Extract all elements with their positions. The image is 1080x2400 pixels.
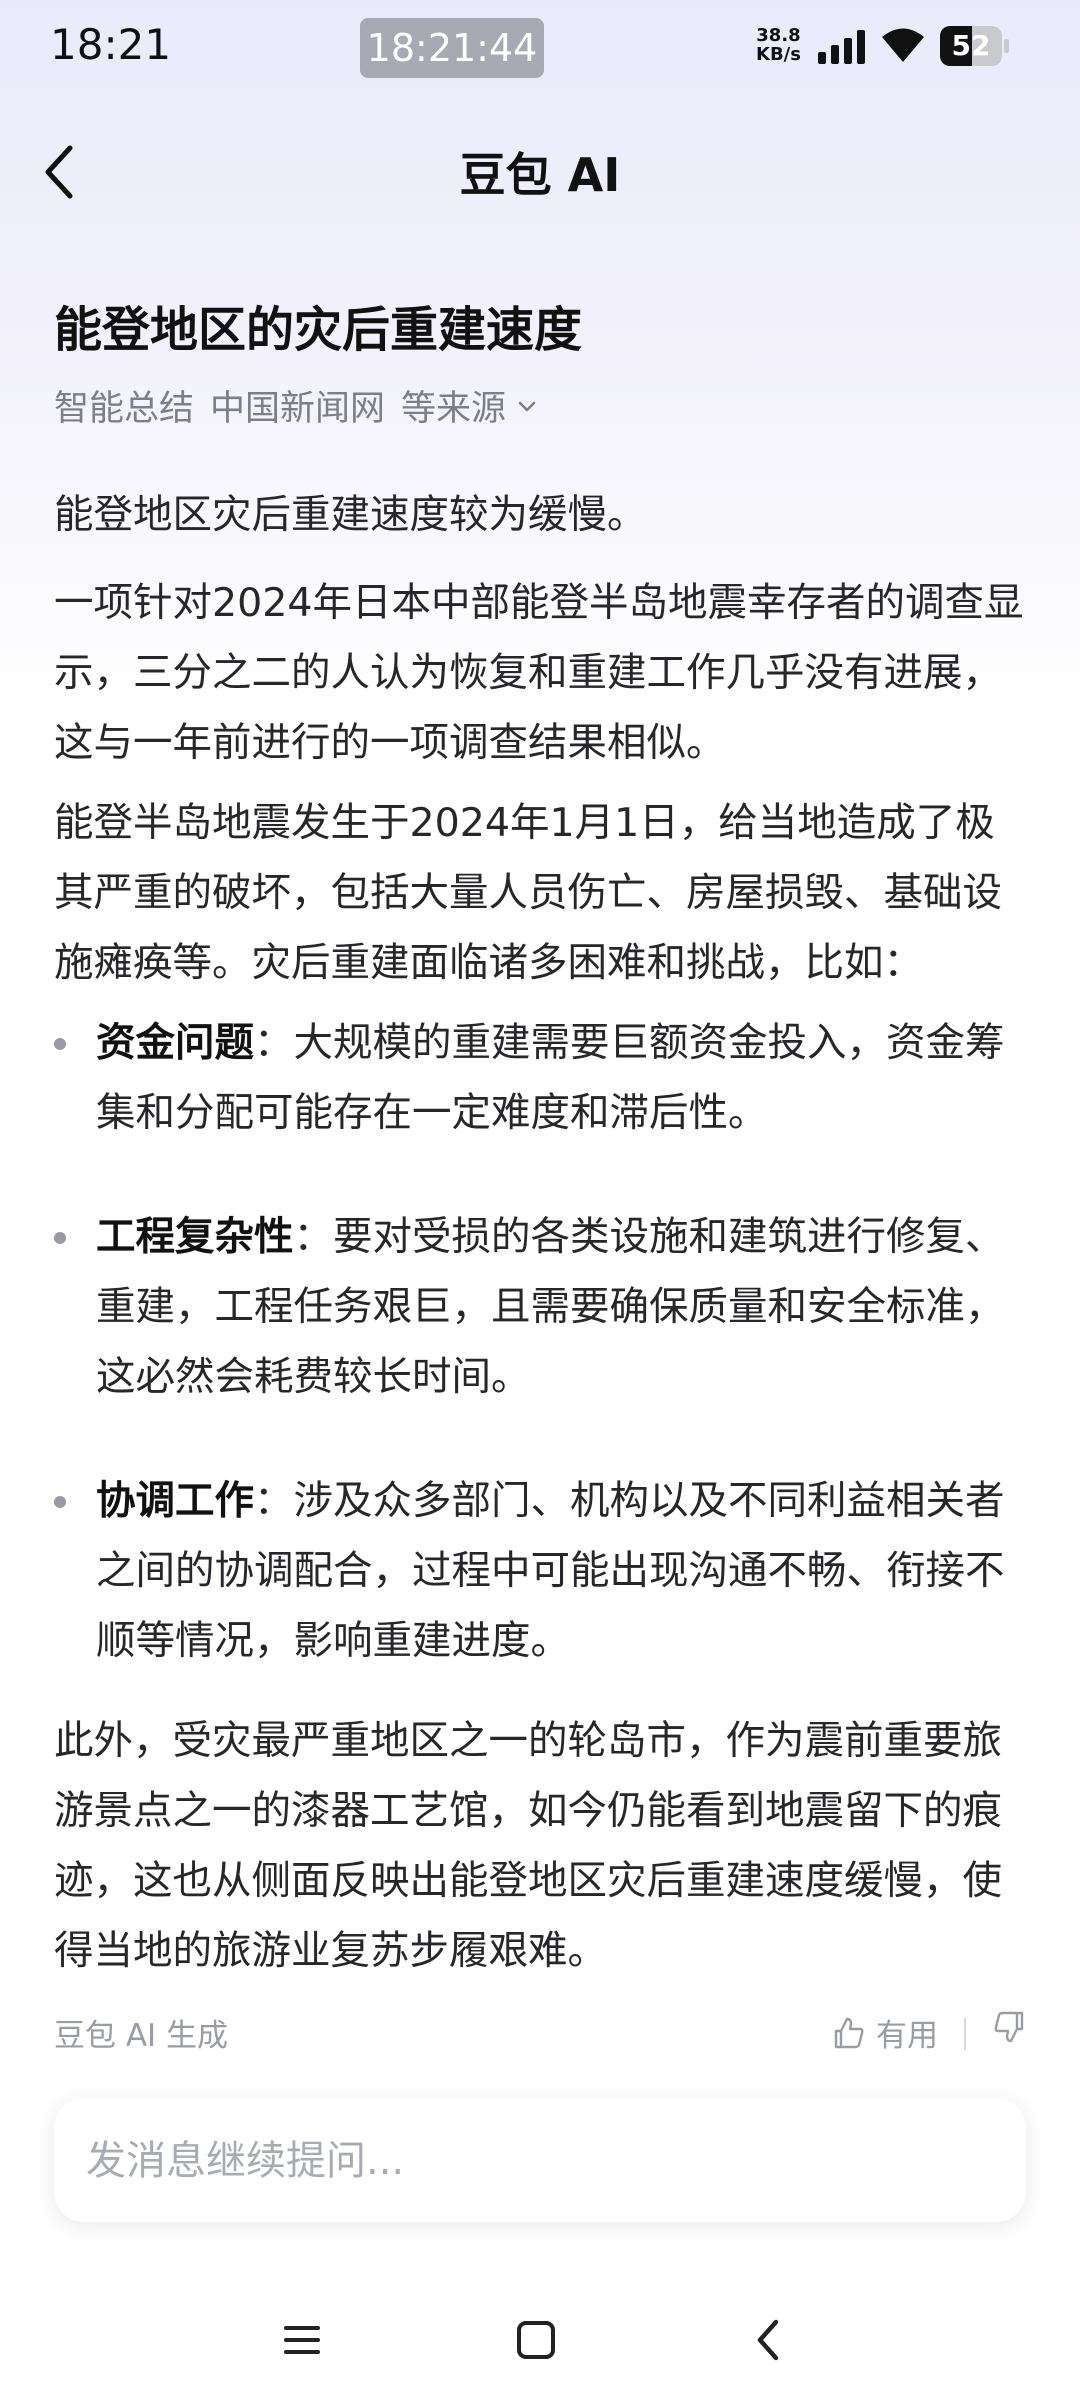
home-square-icon [517, 2321, 555, 2359]
menu-button[interactable] [272, 2310, 332, 2370]
sources-name: 中国新闻网 [210, 389, 386, 429]
sources-toggle[interactable]: 智能总结 中国新闻网 等来源 [54, 380, 538, 431]
wifi-icon [882, 28, 924, 62]
sources-suffix: 等来源 [401, 389, 507, 429]
chevron-left-icon [757, 2319, 779, 2361]
bullet-dot [54, 1496, 66, 1508]
list-item: 资金问题：大规模的重建需要巨额资金投入，资金筹集和分配可能存在一定难度和滞后性。 [54, 1008, 1034, 1148]
menu-icon [284, 2326, 320, 2354]
useful-label: 有用 [876, 2018, 938, 2054]
battery-body: 52 [940, 26, 1002, 66]
network-speed-unit: KB/s [756, 44, 801, 65]
paragraph: 能登地区灾后重建速度较为缓慢。 [54, 492, 647, 538]
answer-footer: 豆包 AI 生成 有用 [54, 2010, 1026, 2060]
battery-level: 52 [951, 29, 991, 62]
dislike-button[interactable] [992, 2010, 1026, 2052]
page-title: 豆包 AI [459, 148, 621, 202]
system-nav-bar [0, 2280, 1080, 2400]
sources-label: 智能总结 [54, 389, 195, 429]
clock-badge: 18:21:44 [360, 18, 544, 78]
generated-by-label: 豆包 AI 生成 [54, 2018, 229, 2054]
bullet-term: 工程复杂性 [96, 1214, 294, 1260]
list-item: 协调工作：涉及众多部门、机构以及不同利益相关者之间的协调配合，过程中可能出现沟通… [54, 1466, 1034, 1676]
back-button[interactable] [40, 140, 100, 210]
status-time: 18:21 [50, 20, 172, 69]
paragraph: 此外，受灾最严重地区之一的轮岛市，作为震前重要旅游景点之一的漆器工艺馆，如今仍能… [54, 1718, 1002, 1974]
home-button[interactable] [506, 2310, 566, 2370]
bullet-term: 协调工作 [96, 1478, 254, 1524]
chevron-down-icon [518, 401, 536, 411]
list-item: 工程复杂性：要对受损的各类设施和建筑进行修复、重建，工程任务艰巨，且需要确保质量… [54, 1202, 1034, 1412]
signal-icon [818, 30, 865, 64]
message-input[interactable] [84, 2098, 988, 2224]
bullet-dot [54, 1038, 66, 1050]
chevron-left-icon [45, 145, 73, 199]
bullet-list: 资金问题：大规模的重建需要巨额资金投入，资金筹集和分配可能存在一定难度和滞后性。… [54, 1008, 1034, 1676]
thumbs-up-icon [834, 2017, 864, 2048]
paragraph: 一项针对2024年日本中部能登半岛地震幸存者的调查显示，三分之二的人认为恢复和重… [54, 580, 1024, 766]
battery-icon: 52 [940, 26, 1010, 66]
bullet-term: 资金问题 [96, 1020, 254, 1066]
article-title: 能登地区的灾后重建速度 [54, 302, 583, 358]
network-speed-value: 38.8 [756, 25, 801, 46]
nav-back-button[interactable] [740, 2310, 800, 2370]
paragraph: 能登半岛地震发生于2024年1月1日，给当地造成了极其严重的破坏，包括大量人员伤… [54, 800, 1002, 986]
battery-tip [1004, 39, 1009, 53]
status-bar: 18:21 18:21:44 38.8 KB/s 52 [0, 0, 1080, 96]
bullet-dot [54, 1232, 66, 1244]
thumbs-down-icon [994, 2011, 1024, 2043]
network-speed: 38.8 KB/s [756, 26, 801, 64]
divider [964, 2018, 966, 2050]
useful-button[interactable]: 有用 [832, 2010, 938, 2055]
article-body: 能登地区灾后重建速度较为缓慢。 一项针对2024年日本中部能登半岛地震幸存者的调… [54, 480, 1034, 1996]
message-input-container [54, 2098, 1026, 2224]
